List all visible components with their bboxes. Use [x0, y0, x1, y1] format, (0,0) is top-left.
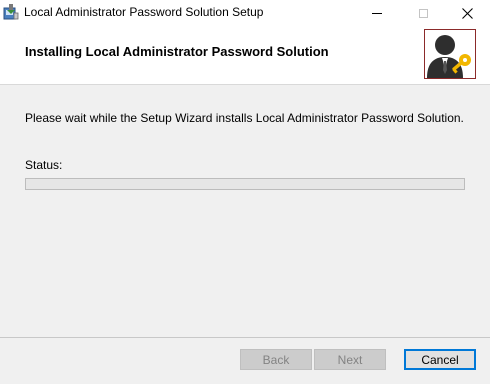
minimize-button[interactable]	[354, 0, 400, 26]
progress-bar	[25, 178, 465, 190]
next-button[interactable]: Next	[314, 349, 386, 370]
admin-with-key-icon	[424, 29, 476, 79]
minimize-icon	[372, 12, 382, 14]
back-button[interactable]: Back	[240, 349, 312, 370]
close-icon	[461, 7, 473, 19]
footer-divider	[0, 337, 490, 338]
window-title: Local Administrator Password Solution Se…	[24, 5, 264, 19]
title-bar: Local Administrator Password Solution Se…	[0, 0, 490, 26]
installer-icon	[3, 4, 19, 20]
maximize-button	[400, 0, 446, 26]
maximize-icon	[418, 8, 428, 18]
cancel-button[interactable]: Cancel	[404, 349, 476, 370]
header-banner: Installing Local Administrator Password …	[0, 26, 490, 85]
status-label: Status:	[25, 158, 63, 172]
page-title: Installing Local Administrator Password …	[25, 44, 329, 59]
install-message: Please wait while the Setup Wizard insta…	[25, 111, 464, 125]
close-button[interactable]	[444, 0, 490, 26]
